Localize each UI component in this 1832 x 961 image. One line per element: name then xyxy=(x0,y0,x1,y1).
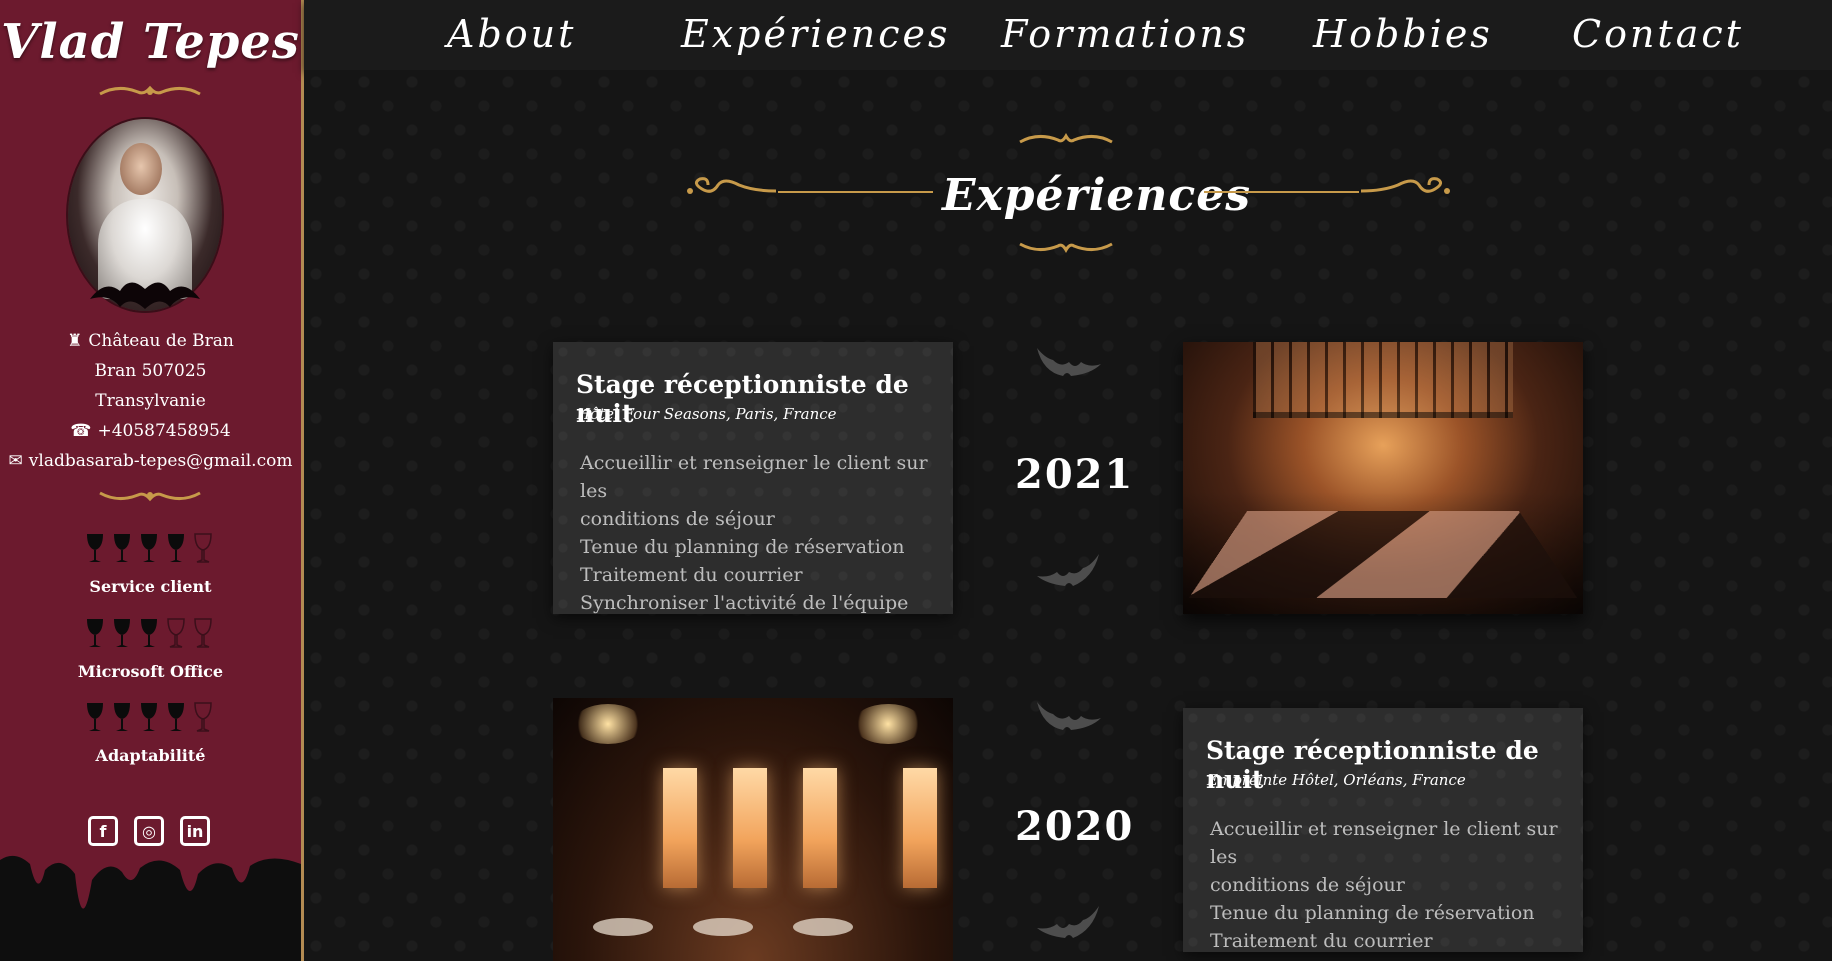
facebook-icon[interactable]: f xyxy=(88,816,118,846)
owner-name: Vlad Tepes xyxy=(1,14,300,70)
photo-table xyxy=(593,918,653,936)
wine-glass-filled-icon xyxy=(141,534,157,562)
address-line-3: Transylvanie xyxy=(95,391,206,411)
experience-task-list: Accueillir et renseigner le client sur l… xyxy=(580,449,953,617)
gold-flourish-icon xyxy=(99,491,201,502)
wine-glass-empty-icon xyxy=(194,533,212,563)
task-item: conditions de séjour xyxy=(580,508,775,530)
email-line: ✉ vladbasarab-tepes@gmail.com xyxy=(0,451,301,471)
task-item: conditions de séjour xyxy=(1210,874,1405,896)
photo-window xyxy=(733,768,767,888)
gold-flourish-icon xyxy=(99,85,201,96)
photo-chandelier xyxy=(573,704,643,744)
task-item: Traitement du courrier xyxy=(580,564,803,586)
main-content: Expériences Stage réceptionniste de nuit… xyxy=(304,70,1832,961)
mail-icon: ✉ xyxy=(8,451,23,471)
wine-glass-empty-icon xyxy=(194,618,212,648)
wine-glass-filled-icon xyxy=(87,619,103,647)
wine-glass-filled-icon xyxy=(168,534,184,562)
photo-glass-roof xyxy=(1253,342,1513,418)
photo-checkered-floor xyxy=(1188,511,1578,599)
phone-link[interactable]: +40587458954 xyxy=(97,421,230,441)
photo-window xyxy=(663,768,697,888)
wine-glass-filled-icon xyxy=(168,703,184,731)
bat-wing-icon xyxy=(90,282,200,309)
experience-subtitle: Empreinte Hôtel, Orléans, France xyxy=(1207,771,1466,789)
email-link[interactable]: vladbasarab-tepes@gmail.com xyxy=(29,451,293,471)
castle-icon: ♜ xyxy=(67,331,83,351)
address-line-2: Bran 507025 xyxy=(94,361,207,381)
skill-rating-adaptabilite xyxy=(84,701,224,735)
avatar xyxy=(68,119,222,311)
experience-card-2020: Stage réceptionniste de nuit Empreinte H… xyxy=(1183,708,1583,952)
avatar-face xyxy=(120,143,162,195)
sidebar: Vlad Tepes ♜ Château de Bran Bran 507025 … xyxy=(0,0,304,961)
title-divider-left xyxy=(778,191,933,193)
hotel-lobby-photo xyxy=(1183,342,1583,614)
phone-line: ☎ +40587458954 xyxy=(0,421,301,441)
ballroom-photo xyxy=(553,698,953,961)
bat-icon xyxy=(1037,702,1101,730)
wine-glass-filled-icon xyxy=(114,619,130,647)
year-label: 2020 xyxy=(1015,803,1135,850)
section-title: Expériences xyxy=(942,170,1251,221)
nav-experiences[interactable]: Expériences xyxy=(681,12,951,56)
wine-glass-filled-icon xyxy=(114,703,130,731)
wine-glass-filled-icon xyxy=(141,703,157,731)
task-item: Accueillir et renseigner le client sur l… xyxy=(580,452,928,502)
photo-table xyxy=(693,918,753,936)
wine-glass-empty-icon xyxy=(167,618,185,648)
photo-chandelier xyxy=(853,704,923,744)
wine-glass-filled-icon xyxy=(114,534,130,562)
task-item: Tenue du planning de réservation xyxy=(1210,902,1535,924)
skill-label: Microsoft Office xyxy=(77,662,224,681)
gold-flourish-icon xyxy=(1019,132,1113,144)
skill-rating-microsoft-office xyxy=(84,617,224,651)
experience-subtitle: Hôtel Four Seasons, Paris, France xyxy=(577,405,837,423)
instagram-icon[interactable]: ◎ xyxy=(134,816,164,846)
photo-window xyxy=(903,768,937,888)
year-label: 2021 xyxy=(1015,451,1135,498)
title-divider-right xyxy=(1204,191,1359,193)
experience-task-list: Accueillir et renseigner le client sur l… xyxy=(1210,815,1583,955)
linkedin-icon[interactable]: in xyxy=(180,816,210,846)
task-item: Synchroniser l'activité de l'équipe xyxy=(580,592,909,614)
nav-hobbies[interactable]: Hobbies xyxy=(1313,12,1493,56)
task-item: Accueillir et renseigner le client sur l… xyxy=(1210,818,1558,868)
bat-icon xyxy=(1037,906,1099,938)
bat-icon xyxy=(1037,348,1101,376)
task-item: Traitement du courrier xyxy=(1210,930,1433,952)
gold-scroll-right-icon xyxy=(1360,177,1450,194)
experience-card-2021: Stage réceptionniste de nuit Hôtel Four … xyxy=(553,342,953,614)
wine-glass-filled-icon xyxy=(141,619,157,647)
skill-label: Adaptabilité xyxy=(95,746,206,765)
photo-table xyxy=(793,918,853,936)
wine-glass-filled-icon xyxy=(87,703,103,731)
nav-contact[interactable]: Contact xyxy=(1572,12,1744,56)
skill-rating-service-client xyxy=(84,532,224,566)
social-links: f ◎ in xyxy=(88,816,210,846)
wine-glass-empty-icon xyxy=(194,702,212,732)
nav-about[interactable]: About xyxy=(447,12,576,56)
bat-icon xyxy=(1037,554,1099,586)
nav-formations[interactable]: Formations xyxy=(1001,12,1249,56)
blood-drip-decoration xyxy=(0,855,301,961)
skill-label: Service client xyxy=(89,577,212,596)
wine-glass-filled-icon xyxy=(87,534,103,562)
task-item: Tenue du planning de réservation xyxy=(580,536,905,558)
top-nav: About Expériences Formations Hobbies Con… xyxy=(304,0,1832,70)
phone-icon: ☎ xyxy=(70,421,92,441)
gold-scroll-left-icon xyxy=(687,177,777,194)
address-line-1: ♜ Château de Bran xyxy=(67,331,234,351)
photo-window xyxy=(803,768,837,888)
gold-flourish-icon xyxy=(1019,242,1113,254)
